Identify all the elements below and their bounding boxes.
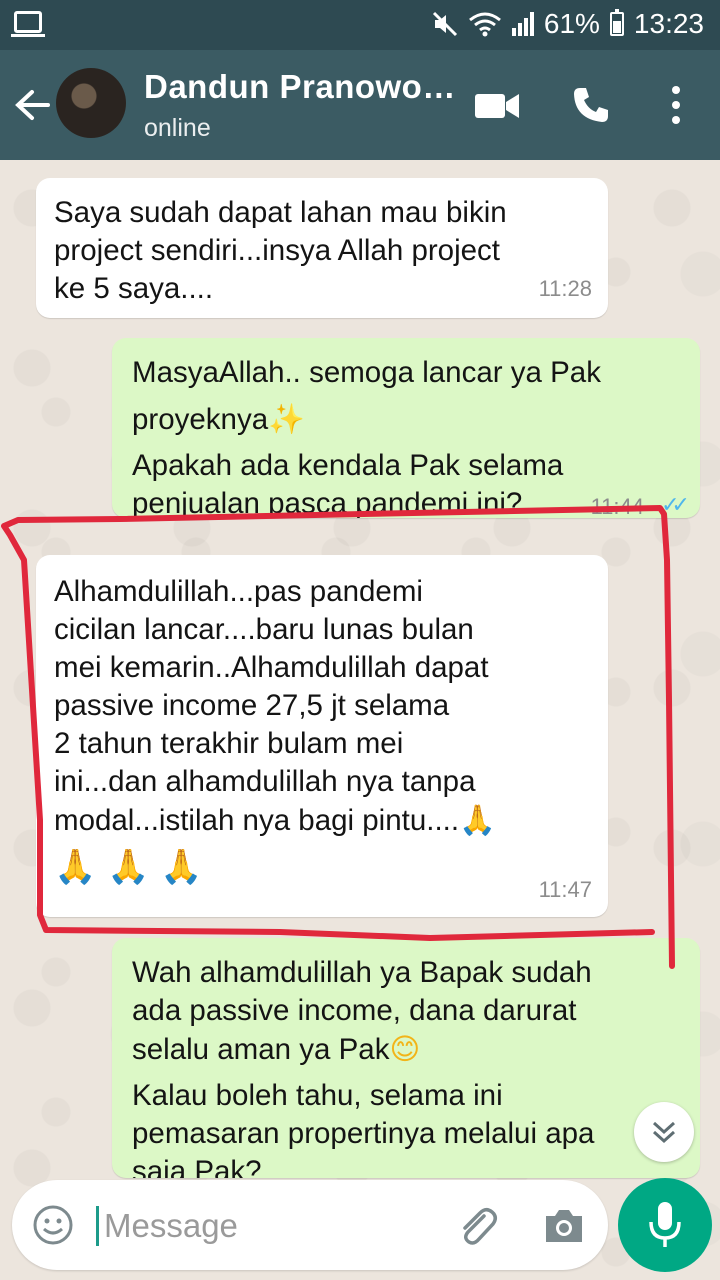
status-bar: 61% 13:23 xyxy=(0,0,720,50)
message-text: Alhamdulillah...pas pandemi cicilan lanc… xyxy=(54,575,489,837)
microphone-icon xyxy=(649,1202,681,1247)
emoji-icon[interactable] xyxy=(32,1204,74,1246)
wifi-icon xyxy=(468,12,501,37)
message-time: 11:47 xyxy=(538,877,592,902)
phone-call-icon[interactable] xyxy=(572,86,610,124)
message-time: 11:44 xyxy=(590,494,644,518)
video-call-icon[interactable] xyxy=(475,92,519,120)
message-text: proyeknya xyxy=(132,403,269,436)
more-vert-icon[interactable] xyxy=(668,86,684,124)
contact-status: online xyxy=(144,114,211,142)
contact-name[interactable]: Dandun Pranowo… xyxy=(144,68,456,106)
microphone-button[interactable] xyxy=(618,1178,712,1272)
signal-icon xyxy=(511,12,534,36)
scroll-to-bottom-button[interactable] xyxy=(634,1102,694,1162)
message-outgoing[interactable]: Wah alhamdulillah ya Bapak sudah ada pas… xyxy=(112,938,700,1178)
mute-icon xyxy=(432,11,457,37)
paperclip-icon[interactable] xyxy=(454,1202,500,1248)
screenshot-icon xyxy=(11,11,45,37)
chevron-double-down-icon xyxy=(652,1121,676,1144)
smiling-face-emoji: 😊 xyxy=(389,1032,421,1066)
message-text: Apakah ada kendala Pak selama penjualan … xyxy=(132,449,564,518)
read-receipt-icon: ✓✓ xyxy=(661,492,690,517)
sparkles-emoji: ✨ xyxy=(268,402,305,436)
battery-percent: 61% xyxy=(543,8,600,39)
message-text: Kalau boleh tahu, selama ini pemasaran p… xyxy=(132,1079,595,1178)
battery-icon xyxy=(609,9,624,36)
status-time: 13:23 xyxy=(633,8,704,39)
camera-icon[interactable] xyxy=(542,1206,586,1246)
message-composer xyxy=(12,1180,608,1270)
message-outgoing[interactable]: MasyaAllah.. semoga lancar ya Pak proyek… xyxy=(112,338,700,518)
message-text: Saya sudah dapat lahan mau bikin project… xyxy=(54,196,507,305)
message-text: MasyaAllah.. semoga lancar ya Pak xyxy=(132,356,601,389)
message-incoming[interactable]: Saya sudah dapat lahan mau bikin project… xyxy=(36,178,608,318)
message-input[interactable] xyxy=(102,1202,446,1250)
back-arrow-icon[interactable] xyxy=(14,88,50,122)
message-incoming[interactable]: Alhamdulillah...pas pandemi cicilan lanc… xyxy=(36,555,608,917)
chat-header: Dandun Pranowo… online xyxy=(0,50,720,160)
message-text: Wah alhamdulillah ya Bapak sudah ada pas… xyxy=(132,956,592,1066)
message-time: 11:28 xyxy=(538,276,592,301)
folded-hands-emoji-row: 🙏 🙏 🙏 xyxy=(54,847,203,887)
avatar[interactable] xyxy=(56,68,126,138)
text-caret xyxy=(96,1206,99,1246)
folded-hands-emoji: 🙏 xyxy=(459,803,496,837)
